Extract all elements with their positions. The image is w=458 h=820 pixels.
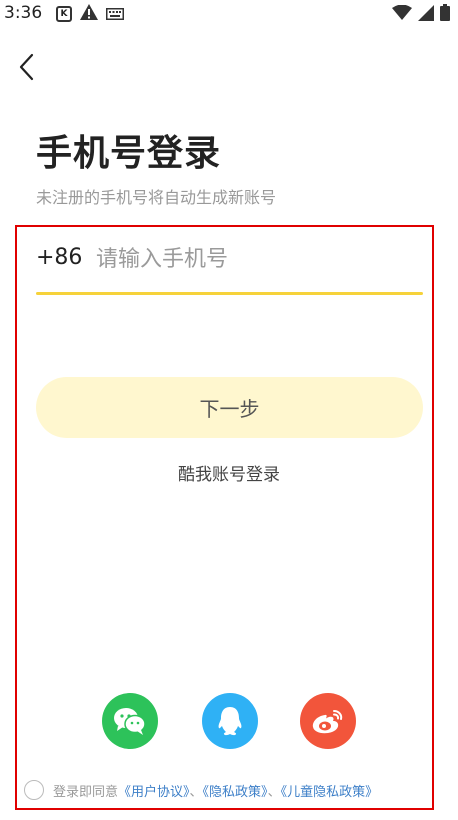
keyboard-icon <box>106 5 124 24</box>
children-privacy-policy-link[interactable]: 《儿童隐私政策》 <box>281 785 379 800</box>
privacy-policy-link[interactable]: 《隐私政策》 <box>203 785 268 800</box>
qq-login-button[interactable] <box>202 693 258 749</box>
warning-icon <box>80 4 98 24</box>
wifi-icon <box>392 4 412 25</box>
phone-input-underline <box>36 292 423 295</box>
agreement-checkbox[interactable] <box>24 780 44 800</box>
user-agreement-link[interactable]: 《用户协议》 <box>118 785 190 800</box>
battery-icon <box>440 4 450 25</box>
phone-input[interactable] <box>96 241 416 277</box>
agreement-separator: 、 <box>189 785 203 800</box>
chevron-left-icon <box>19 53 34 81</box>
weibo-icon <box>312 710 343 734</box>
agreement-prefix: 登录即同意 <box>53 785 119 800</box>
page-subtitle: 未注册的手机号将自动生成新账号 <box>36 188 277 207</box>
signal-icon <box>418 4 434 25</box>
kuwo-account-login-link[interactable]: 酷我账号登录 <box>0 460 458 485</box>
status-bar: 3:36 K <box>0 0 458 26</box>
country-code[interactable]: +86 <box>36 245 82 270</box>
next-step-button[interactable]: 下一步 <box>36 377 423 438</box>
status-left-icons: K <box>56 4 124 24</box>
status-right-icons <box>392 4 450 25</box>
wechat-login-button[interactable] <box>102 693 158 749</box>
qq-icon <box>218 707 242 736</box>
back-button[interactable] <box>14 52 42 82</box>
app-notification-icon: K <box>56 6 72 22</box>
page-title: 手机号登录 <box>36 133 222 174</box>
wechat-icon <box>114 708 146 735</box>
agreement-separator: 、 <box>267 785 281 800</box>
next-step-label: 下一步 <box>199 397 260 421</box>
login-screen: 3:36 K 手机号登录 未注册的手机号将自动生成新账号 +86 请输入手机号 … <box>0 0 458 820</box>
weibo-login-button[interactable] <box>300 693 356 749</box>
agreement-text: 登录即同意《用户协议》、《隐私政策》、《儿童隐私政策》 <box>53 781 378 800</box>
status-time: 3:36 <box>4 3 43 23</box>
